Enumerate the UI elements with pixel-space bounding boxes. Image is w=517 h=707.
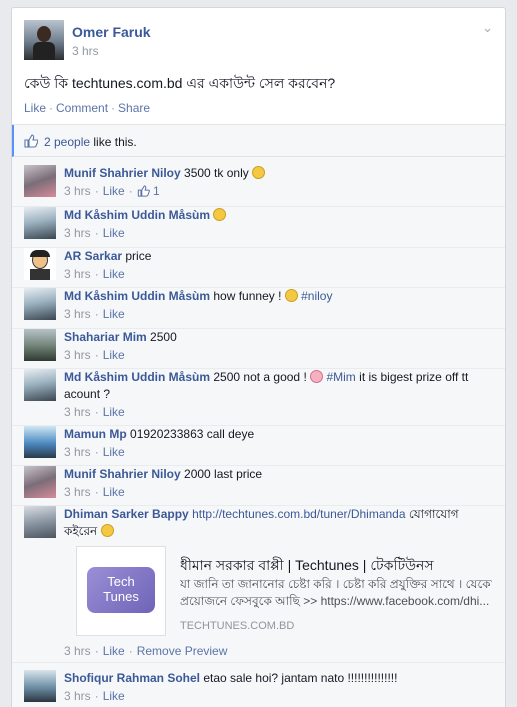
link-preview-thumbnail[interactable]: Tech Tunes [76, 546, 166, 636]
comment-author[interactable]: Munif Shahrier Niloy [64, 166, 181, 180]
post-text: কেউ কি techtunes.com.bd এর একাউন্ট সেল ক… [24, 75, 336, 91]
comment-link[interactable]: http://techtunes.com.bd/tuner/Dhimanda [192, 507, 405, 521]
comment-text: 2500 [150, 330, 177, 344]
avatar[interactable] [24, 288, 56, 320]
avatar[interactable] [24, 165, 56, 197]
comment-time[interactable]: 3 hrs [64, 689, 91, 703]
comment-time[interactable]: 3 hrs [64, 226, 91, 240]
hashtag-link[interactable]: #Mim [326, 370, 355, 384]
comment-like-button[interactable]: Like [103, 405, 125, 419]
comment-text: 2500 not a good ! [213, 370, 307, 384]
comment-author[interactable]: Shofiqur Rahman Sohel [64, 671, 200, 685]
emoji-icon [310, 370, 324, 383]
thumbs-up-icon [24, 134, 38, 148]
comment-like-button[interactable]: Like [103, 226, 125, 240]
comment-like-button[interactable]: Like [103, 445, 125, 459]
comment-text: etao sale hoi? jantam nato !!!!!!!!!!!!!… [203, 671, 398, 685]
comment-like-button[interactable]: Like [103, 348, 125, 362]
link-preview-domain: TECHTUNES.COM.BD [180, 620, 295, 632]
avatar[interactable] [24, 466, 56, 498]
comment-author[interactable]: Md Kåshim Uddin Måsùm [64, 289, 210, 303]
chevron-down-icon[interactable]: ⌄ [482, 20, 493, 36]
post-author[interactable]: Omer Faruk [72, 24, 151, 40]
comment-like-button[interactable]: Like [103, 644, 125, 658]
comment-like-button[interactable]: Like [103, 485, 125, 499]
comment-author[interactable]: Munif Shahrier Niloy [64, 467, 181, 481]
post-actions: Like · Comment · Share [24, 101, 151, 115]
comment-text: 3500 tk only [184, 166, 249, 180]
avatar[interactable] [24, 670, 56, 702]
emoji-icon [284, 289, 298, 302]
comment-author[interactable]: Md Kåshim Uddin Måsùm [64, 208, 210, 222]
link-preview[interactable]: Tech Tunes ধীমান সরকার বাপ্পী | Techtunes… [76, 546, 492, 636]
avatar[interactable] [24, 426, 56, 458]
comment-text-cont: acount ? [64, 387, 111, 401]
avatar[interactable] [24, 506, 56, 538]
avatar[interactable] [24, 248, 56, 280]
post-timestamp[interactable]: 3 hrs [72, 44, 99, 58]
share-button[interactable]: Share [118, 101, 150, 115]
link-preview-description: যা জানি তা জানানোর চেষ্টা করি । চেষ্টা ক… [180, 577, 492, 608]
emoji-icon [213, 208, 227, 221]
comment-author[interactable]: Mamun Mp [64, 427, 127, 441]
comment-like-button[interactable]: Like [103, 267, 125, 281]
post-card: Omer Faruk 3 hrs ⌄ কেউ কি techtunes.com.… [11, 7, 506, 707]
comment-time[interactable]: 3 hrs [64, 405, 91, 419]
avatar[interactable] [24, 369, 56, 401]
comment-text-cont: it is bigest prize off tt [359, 370, 469, 384]
comment-time[interactable]: 3 hrs [64, 307, 91, 321]
comment-button[interactable]: Comment [56, 101, 108, 115]
post-header: Omer Faruk 3 hrs ⌄ [12, 8, 505, 64]
likes-summary: 2 people like this. [12, 125, 505, 157]
comment-text: 01920233863 call deye [130, 427, 255, 441]
comment-time[interactable]: 3 hrs [64, 445, 91, 459]
like-button[interactable]: Like [24, 101, 46, 115]
techtunes-logo: Tech Tunes [87, 567, 155, 613]
comment-time[interactable]: 3 hrs [64, 485, 91, 499]
hashtag-link[interactable]: #niloy [301, 289, 332, 303]
comment-time[interactable]: 3 hrs [64, 267, 91, 281]
emoji-icon [100, 524, 114, 537]
likes-suffix: like this. [93, 135, 137, 149]
thumbs-up-icon [137, 185, 150, 197]
comment-time[interactable]: 3 hrs [64, 644, 91, 658]
comment-author[interactable]: Shahariar Mim [64, 330, 147, 344]
avatar[interactable] [24, 207, 56, 239]
comments-section: 2 people like this. Munif Shahrier Niloy… [12, 124, 505, 707]
comment-like-button[interactable]: Like [103, 689, 125, 703]
comment-like-button[interactable]: Like [103, 184, 125, 198]
remove-preview-button[interactable]: Remove Preview [137, 644, 228, 658]
likes-count-link[interactable]: 2 people [44, 135, 90, 149]
comment-text: 2000 last price [184, 467, 263, 481]
comment-text: how funney ! [213, 289, 282, 303]
comment-text: যোগাযোগ [408, 507, 459, 521]
comment-like-button[interactable]: Like [103, 307, 125, 321]
avatar[interactable] [24, 329, 56, 361]
link-preview-title[interactable]: ধীমান সরকার বাপ্পী | Techtunes | টেকটিউন… [180, 554, 434, 578]
comment-time[interactable]: 3 hrs [64, 348, 91, 362]
comment-time[interactable]: 3 hrs [64, 184, 91, 198]
comment-author[interactable]: Dhiman Sarker Bappy [64, 507, 189, 521]
comment-author[interactable]: AR Sarkar [64, 249, 122, 263]
comment-text: price [125, 249, 152, 263]
comment-text-cont: কইরেন [64, 524, 98, 538]
comment-like-count[interactable]: 1 [153, 184, 160, 198]
comment-author[interactable]: Md Kåshim Uddin Måsùm [64, 370, 210, 384]
author-avatar[interactable] [24, 20, 64, 60]
emoji-icon [252, 166, 266, 179]
